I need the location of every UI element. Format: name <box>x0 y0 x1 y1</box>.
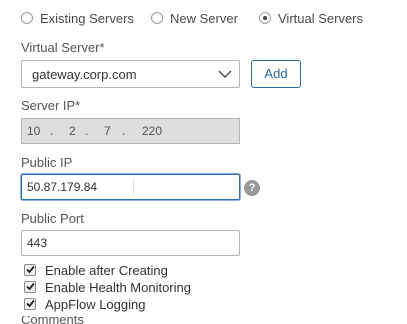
ip-octet-1[interactable]: 10 <box>27 124 40 138</box>
checkbox-checked-icon[interactable] <box>24 281 36 293</box>
appflow-logging-label: AppFlow Logging <box>45 296 146 312</box>
radio-circle-icon[interactable] <box>151 12 163 24</box>
public-port-input[interactable]: 443 <box>21 230 240 256</box>
server-ip-field[interactable]: 10 . 2 . 7 . 220 <box>21 118 240 144</box>
radio-label-existing-servers: Existing Servers <box>40 10 134 26</box>
enable-after-creating-option[interactable]: Enable after Creating <box>24 262 168 278</box>
public-ip-label: Public IP <box>21 155 73 170</box>
enable-health-monitoring-option[interactable]: Enable Health Monitoring <box>24 279 191 295</box>
virtual-server-label: Virtual Server* <box>21 40 105 55</box>
radio-label-new-server: New Server <box>170 10 238 26</box>
enable-health-monitoring-label: Enable Health Monitoring <box>45 279 191 295</box>
ip-separator: . <box>85 124 89 138</box>
add-virtual-server-button[interactable]: Add <box>251 60 301 88</box>
public-port-value: 443 <box>27 236 48 250</box>
checkbox-checked-icon[interactable] <box>24 264 36 276</box>
server-ip-label: Server IP* <box>21 98 81 113</box>
checkbox-checked-icon[interactable] <box>24 298 36 310</box>
radio-existing-servers[interactable]: Existing Servers <box>21 9 134 27</box>
public-ip-value: 50.87.179.84 <box>27 180 98 194</box>
radio-circle-selected-icon[interactable] <box>259 12 271 24</box>
ip-separator: . <box>122 124 126 138</box>
radio-virtual-servers[interactable]: Virtual Servers <box>259 9 363 27</box>
enable-after-creating-label: Enable after Creating <box>45 262 168 278</box>
appflow-logging-option[interactable]: AppFlow Logging <box>24 296 145 312</box>
ip-separator: . <box>50 124 54 138</box>
ip-octet-4[interactable]: 220 <box>142 124 162 138</box>
radio-circle-icon[interactable] <box>21 12 33 24</box>
chevron-down-icon <box>218 70 232 78</box>
help-icon[interactable]: ? <box>244 180 260 196</box>
public-ip-input[interactable]: 50.87.179.84 <box>21 174 240 200</box>
radio-label-virtual-servers: Virtual Servers <box>278 10 364 26</box>
ip-octet-2[interactable]: 2 <box>69 124 76 138</box>
text-caret <box>133 180 134 194</box>
radio-new-server[interactable]: New Server <box>151 9 238 27</box>
virtual-server-select[interactable]: gateway.corp.com <box>21 60 240 88</box>
public-port-label: Public Port <box>21 211 84 226</box>
virtual-server-selected-value: gateway.corp.com <box>32 67 137 82</box>
ip-octet-3[interactable]: 7 <box>104 124 111 138</box>
